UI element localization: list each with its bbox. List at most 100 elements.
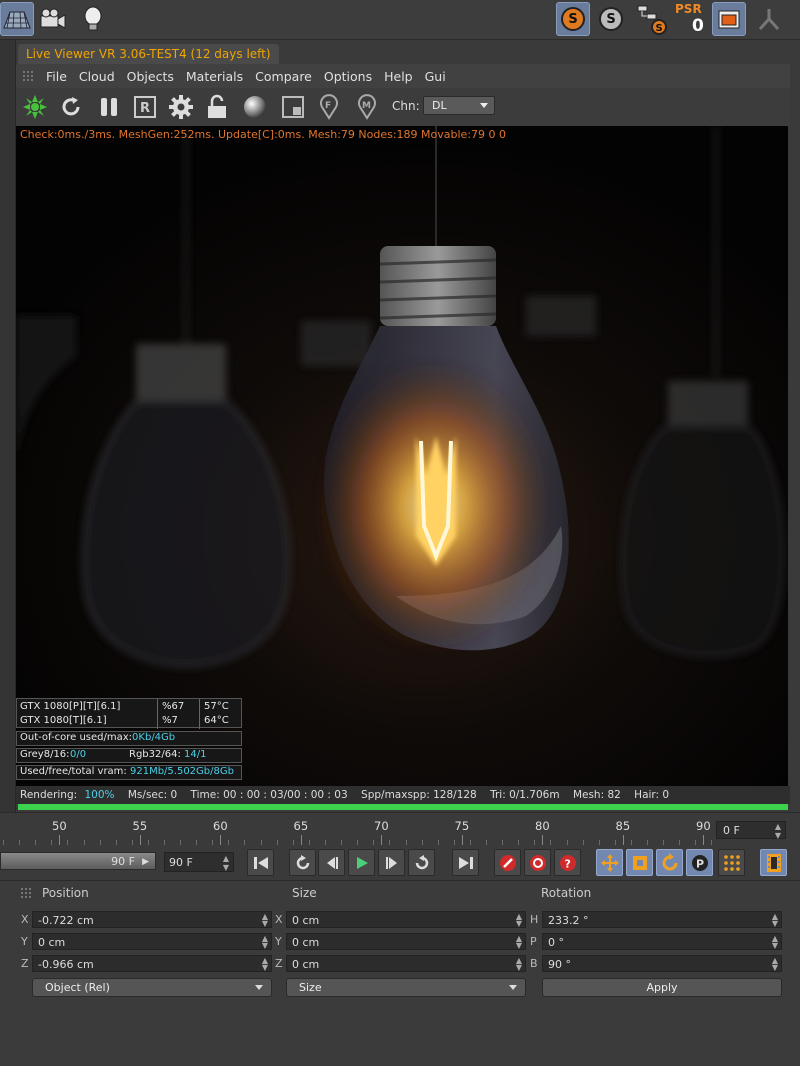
autokey-icon[interactable]	[524, 849, 551, 876]
folder-window-icon[interactable]	[712, 2, 746, 36]
spinner-icon[interactable]: ▲ ▼	[223, 854, 229, 872]
p-key-icon[interactable]: P	[686, 849, 713, 876]
end-frame-value: 90 F	[169, 856, 193, 869]
end-frame-input[interactable]: 90 F ▲ ▼	[164, 852, 234, 872]
render-progress-fill	[18, 804, 788, 810]
psr-value: 0	[692, 16, 704, 36]
right-side-strip	[790, 40, 800, 820]
lock-icon[interactable]	[202, 92, 232, 122]
gear-icon[interactable]	[166, 92, 196, 122]
spinner-icon[interactable]: ▲ ▼	[516, 913, 522, 928]
material-sphere-icon[interactable]	[240, 92, 270, 122]
f-pin-icon[interactable]: F	[314, 92, 344, 122]
timeline-minor-tick	[100, 840, 101, 845]
rgb-value: 14/1	[184, 749, 207, 760]
menu-objects[interactable]: Objects	[127, 69, 174, 84]
pause-icon[interactable]	[94, 92, 124, 122]
position-y-field[interactable]: 0 cm ▲ ▼	[32, 933, 272, 950]
menu-cloud[interactable]: Cloud	[79, 69, 115, 84]
go-to-end-icon[interactable]	[452, 849, 479, 876]
grip-icon[interactable]	[20, 887, 32, 899]
dots-grid-icon[interactable]	[718, 849, 745, 876]
psr-button[interactable]: PSR 0	[672, 2, 708, 36]
timeline-major-tick	[461, 835, 463, 845]
position-x-field[interactable]: -0.722 cm ▲ ▼	[32, 911, 272, 928]
spinner-icon[interactable]: ▲ ▼	[772, 935, 778, 950]
light-bulb-icon[interactable]	[76, 2, 110, 36]
current-frame-field[interactable]: 0 F ▲ ▼	[716, 821, 786, 840]
focus-picker-icon[interactable]	[278, 92, 308, 122]
loop-forward-icon[interactable]	[408, 849, 435, 876]
go-to-start-icon[interactable]	[247, 849, 274, 876]
menu-help[interactable]: Help	[384, 69, 413, 84]
rotation-b-field[interactable]: 90 ° ▲ ▼	[542, 955, 782, 972]
frame-slider[interactable]: 90 F ▶	[0, 852, 156, 870]
position-header: Position	[42, 886, 89, 900]
timeline-minor-tick	[518, 840, 519, 845]
grey-value: 0/0	[70, 749, 87, 760]
step-forward-icon[interactable]	[378, 849, 405, 876]
octane-s-button-active[interactable]: S	[556, 2, 590, 36]
s-icon-grey: S	[599, 7, 623, 31]
render-time: Time: 00 : 00 : 03/00 : 00 : 03	[190, 789, 348, 801]
menu-gui[interactable]: Gui	[425, 69, 446, 84]
size-x-field[interactable]: 0 cm ▲ ▼	[286, 911, 526, 928]
menu-materials[interactable]: Materials	[186, 69, 243, 84]
move-key-icon[interactable]	[596, 849, 623, 876]
live-viewer-tab[interactable]: Live Viewer VR 3.06-TEST4 (12 days left)	[18, 44, 279, 64]
rotation-h-field[interactable]: 233.2 ° ▲ ▼	[542, 911, 782, 928]
size-mode-dropdown[interactable]: Size	[286, 978, 526, 997]
refresh-icon[interactable]	[56, 92, 86, 122]
top-toolbar: S S S PSR 0	[0, 0, 800, 40]
coordinate-mode-value: Object (Rel)	[45, 981, 110, 994]
spinner-icon[interactable]: ▲ ▼	[772, 957, 778, 972]
octane-s-button[interactable]: S	[594, 2, 628, 36]
hair-count: Hair: 0	[634, 789, 670, 801]
timeline-ruler[interactable]: 50 55 60 65 70 75 80 85 90 0 F ▲ ▼	[0, 812, 800, 846]
size-axis-label: Y	[275, 935, 282, 948]
coordinate-mode-dropdown[interactable]: Object (Rel)	[32, 978, 272, 997]
record-key-icon[interactable]	[494, 849, 521, 876]
spinner-icon[interactable]: ▲ ▼	[516, 957, 522, 972]
grip-icon[interactable]	[22, 70, 34, 82]
menu-file[interactable]: File	[46, 69, 67, 84]
octane-logo-icon[interactable]	[20, 92, 50, 122]
render-viewport[interactable]: Check:0ms./3ms. MeshGen:252ms. Update[C]…	[16, 126, 788, 786]
scale-key-icon[interactable]	[626, 849, 653, 876]
position-z-field[interactable]: -0.966 cm ▲ ▼	[32, 955, 272, 972]
help-key-icon[interactable]: ?	[554, 849, 581, 876]
m-pin-icon[interactable]: M	[352, 92, 382, 122]
size-z-field[interactable]: 0 cm ▲ ▼	[286, 955, 526, 972]
r-region-icon[interactable]: R	[130, 92, 160, 122]
size-axis-label: X	[275, 913, 283, 926]
timeline-minor-tick	[3, 840, 4, 845]
size-value: 0 cm	[292, 958, 320, 971]
timeline-label: 90	[696, 819, 711, 833]
timeline-minor-tick	[470, 840, 471, 845]
spinner-icon[interactable]: ▲ ▼	[516, 935, 522, 950]
rotation-axis-label: B	[530, 957, 538, 970]
menu-compare[interactable]: Compare	[255, 69, 312, 84]
timeline-major-tick	[220, 835, 221, 845]
size-y-field[interactable]: 0 cm ▲ ▼	[286, 933, 526, 950]
spinner-icon[interactable]: ▲ ▼	[262, 935, 268, 950]
perspective-grid-icon[interactable]	[0, 2, 34, 36]
timeline-minor-tick	[84, 840, 85, 845]
play-icon[interactable]	[348, 849, 375, 876]
rotate-key-icon[interactable]	[656, 849, 683, 876]
scene-tree-icon[interactable]: S	[634, 2, 668, 36]
spinner-icon[interactable]: ▲ ▼	[775, 822, 781, 840]
rotation-p-field[interactable]: 0 ° ▲ ▼	[542, 933, 782, 950]
timeline-minor-tick	[261, 840, 262, 845]
channel-select[interactable]: DL	[423, 96, 495, 115]
spinner-icon[interactable]: ▲ ▼	[772, 913, 778, 928]
loop-back-icon[interactable]	[289, 849, 316, 876]
menu-options[interactable]: Options	[324, 69, 372, 84]
step-back-icon[interactable]	[318, 849, 345, 876]
apply-button[interactable]: Apply	[542, 978, 782, 997]
joint-tool-icon[interactable]	[752, 2, 786, 36]
camera-icon[interactable]	[36, 2, 70, 36]
spinner-icon[interactable]: ▲ ▼	[262, 913, 268, 928]
film-strip-icon[interactable]	[760, 849, 787, 876]
spinner-icon[interactable]: ▲ ▼	[262, 957, 268, 972]
